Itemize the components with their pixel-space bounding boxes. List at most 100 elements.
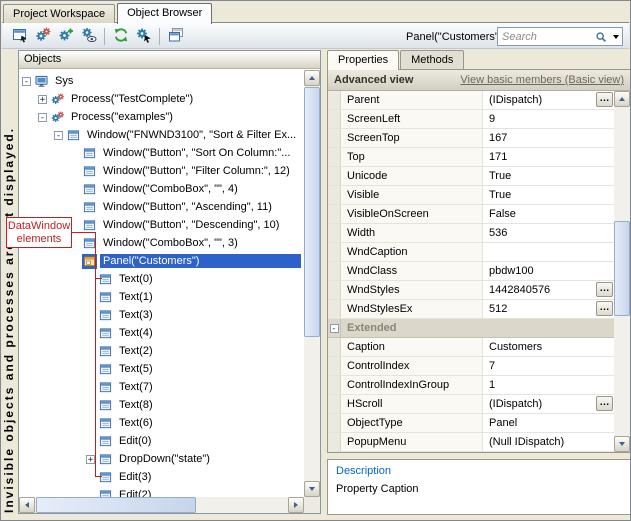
expander-icon[interactable]: - — [38, 113, 47, 122]
tree-item[interactable]: Window("ComboBox", "", 4) — [19, 180, 304, 198]
tree-item[interactable]: Text(3) — [19, 306, 304, 324]
tree-item[interactable]: Window("Button", "Sort On Column:"... — [19, 144, 304, 162]
property-row[interactable]: WndCaption — [328, 243, 614, 262]
property-row[interactable]: WndStylesEx 512 … — [328, 300, 614, 319]
property-value[interactable]: True — [483, 167, 614, 185]
tab-object-browser[interactable]: Object Browser — [117, 3, 212, 24]
refresh-button[interactable] — [109, 26, 132, 47]
scroll-up-button[interactable] — [304, 70, 320, 86]
ellipsis-button[interactable]: … — [596, 92, 613, 107]
property-row[interactable]: ScreenLeft 9 — [328, 110, 614, 129]
props-scroll-down-button[interactable] — [614, 436, 630, 452]
tree-item[interactable]: Text(8) — [19, 396, 304, 414]
property-row[interactable]: VisibleOnScreen False — [328, 205, 614, 224]
property-row[interactable]: ScreenTop 167 — [328, 129, 614, 148]
property-value[interactable]: (Null IDispatch) — [483, 433, 614, 451]
property-value[interactable]: (IDispatch) … — [483, 395, 614, 413]
property-row[interactable]: WndStyles 1442840576 … — [328, 281, 614, 300]
tree-item[interactable]: Edit(0) — [19, 432, 304, 450]
property-value[interactable]: (IDispatch) … — [483, 91, 614, 109]
tab-properties[interactable]: Properties — [327, 50, 399, 70]
property-row[interactable]: PopupMenu (Null IDispatch) — [328, 433, 614, 452]
property-section-row[interactable]: - Extended — [328, 319, 614, 338]
property-row[interactable]: Parent (IDispatch) … — [328, 91, 614, 110]
tree-item[interactable]: - Sys — [19, 72, 304, 90]
tree-hscroll-thumb[interactable] — [36, 497, 196, 513]
property-value[interactable]: 512 … — [483, 300, 614, 318]
tree-item[interactable]: Text(0) — [19, 270, 304, 288]
tree-item[interactable]: Text(6) — [19, 414, 304, 432]
property-value[interactable]: pbdw100 — [483, 262, 614, 280]
tree-item[interactable]: + DropDown("state") — [19, 450, 304, 468]
property-name: WndStyles — [341, 281, 483, 299]
tree-item[interactable]: Window("Button", "Ascending", 11) — [19, 198, 304, 216]
ellipsis-button[interactable]: … — [596, 282, 613, 297]
tree-item[interactable]: - Window("FNWND3100", "Sort & Filter Ex.… — [19, 126, 304, 144]
object-settings-button[interactable] — [31, 26, 54, 47]
tree-item[interactable]: Text(7) — [19, 378, 304, 396]
property-row[interactable]: Unicode True — [328, 167, 614, 186]
property-row[interactable]: WndClass pbdw100 — [328, 262, 614, 281]
property-value[interactable] — [483, 243, 614, 261]
tab-methods[interactable]: Methods — [400, 50, 464, 69]
property-value[interactable]: Panel — [483, 414, 614, 432]
tree-item[interactable]: Text(4) — [19, 324, 304, 342]
property-value[interactable]: 167 — [483, 129, 614, 147]
tree-item[interactable]: Window("Button", "Filter Column:", 12) — [19, 162, 304, 180]
property-value[interactable]: 9 — [483, 110, 614, 128]
tree-item[interactable]: Panel("Customers") — [19, 252, 304, 270]
search-box[interactable] — [497, 27, 623, 46]
property-value[interactable]: 536 — [483, 224, 614, 242]
property-value[interactable]: 7 — [483, 357, 614, 375]
search-dropdown-arrow[interactable] — [609, 28, 622, 45]
property-row[interactable]: Visible True — [328, 186, 614, 205]
property-value[interactable]: 1442840576 … — [483, 281, 614, 299]
tree-horizontal-scrollbar[interactable] — [19, 497, 304, 513]
property-row[interactable]: Width 536 — [328, 224, 614, 243]
ellipsis-button[interactable]: … — [596, 301, 613, 316]
tree-item[interactable]: Text(2) — [19, 342, 304, 360]
property-row[interactable]: ControlIndexInGroup 1 — [328, 376, 614, 395]
property-row[interactable]: ControlIndex 7 — [328, 357, 614, 376]
expander-icon[interactable]: + — [86, 455, 95, 464]
tree-item-label: Text(2) — [116, 344, 156, 358]
property-row[interactable]: HScroll (IDispatch) … — [328, 395, 614, 414]
property-value[interactable]: False — [483, 205, 614, 223]
tree-vertical-scrollbar[interactable] — [304, 70, 320, 497]
search-input[interactable] — [498, 29, 592, 44]
ellipsis-button[interactable]: … — [596, 396, 613, 411]
collapse-icon[interactable]: - — [330, 324, 339, 333]
property-value-text: Panel — [489, 417, 517, 429]
expander-icon[interactable]: - — [22, 77, 31, 86]
tree-item[interactable]: Edit(2) — [19, 486, 304, 497]
tree-item[interactable]: Text(5) — [19, 360, 304, 378]
tree-scroll-thumb[interactable] — [304, 87, 320, 337]
tree-item[interactable]: - Process("examples") — [19, 108, 304, 126]
properties-vertical-scrollbar[interactable] — [614, 91, 630, 452]
scroll-left-button[interactable] — [19, 497, 35, 513]
tree-item[interactable]: + Process("TestComplete") — [19, 90, 304, 108]
expander-icon[interactable]: - — [54, 131, 63, 140]
show-object-button[interactable] — [8, 26, 31, 47]
tree-item[interactable]: Edit(3) — [19, 468, 304, 486]
expander-icon[interactable]: + — [38, 95, 47, 104]
property-value[interactable]: Customers — [483, 338, 614, 356]
props-scroll-up-button[interactable] — [614, 91, 630, 107]
select-object-button[interactable] — [132, 26, 155, 47]
props-scroll-thumb[interactable] — [614, 221, 630, 316]
scroll-down-button[interactable] — [304, 481, 320, 497]
tree-item[interactable]: Text(1) — [19, 288, 304, 306]
property-value[interactable]: 171 — [483, 148, 614, 166]
scroll-right-button[interactable] — [288, 497, 304, 513]
search-icon[interactable] — [592, 28, 609, 45]
copy-object-button[interactable] — [164, 26, 187, 47]
basic-view-link[interactable]: View basic members (Basic view) — [460, 74, 624, 86]
add-object-button[interactable] — [54, 26, 77, 47]
property-value[interactable]: True — [483, 186, 614, 204]
view-options-button[interactable] — [77, 26, 100, 47]
property-row[interactable]: Top 171 — [328, 148, 614, 167]
property-value[interactable]: 1 — [483, 376, 614, 394]
tab-project-workspace[interactable]: Project Workspace — [3, 4, 115, 23]
property-row[interactable]: Caption Customers — [328, 338, 614, 357]
property-row[interactable]: ObjectType Panel — [328, 414, 614, 433]
